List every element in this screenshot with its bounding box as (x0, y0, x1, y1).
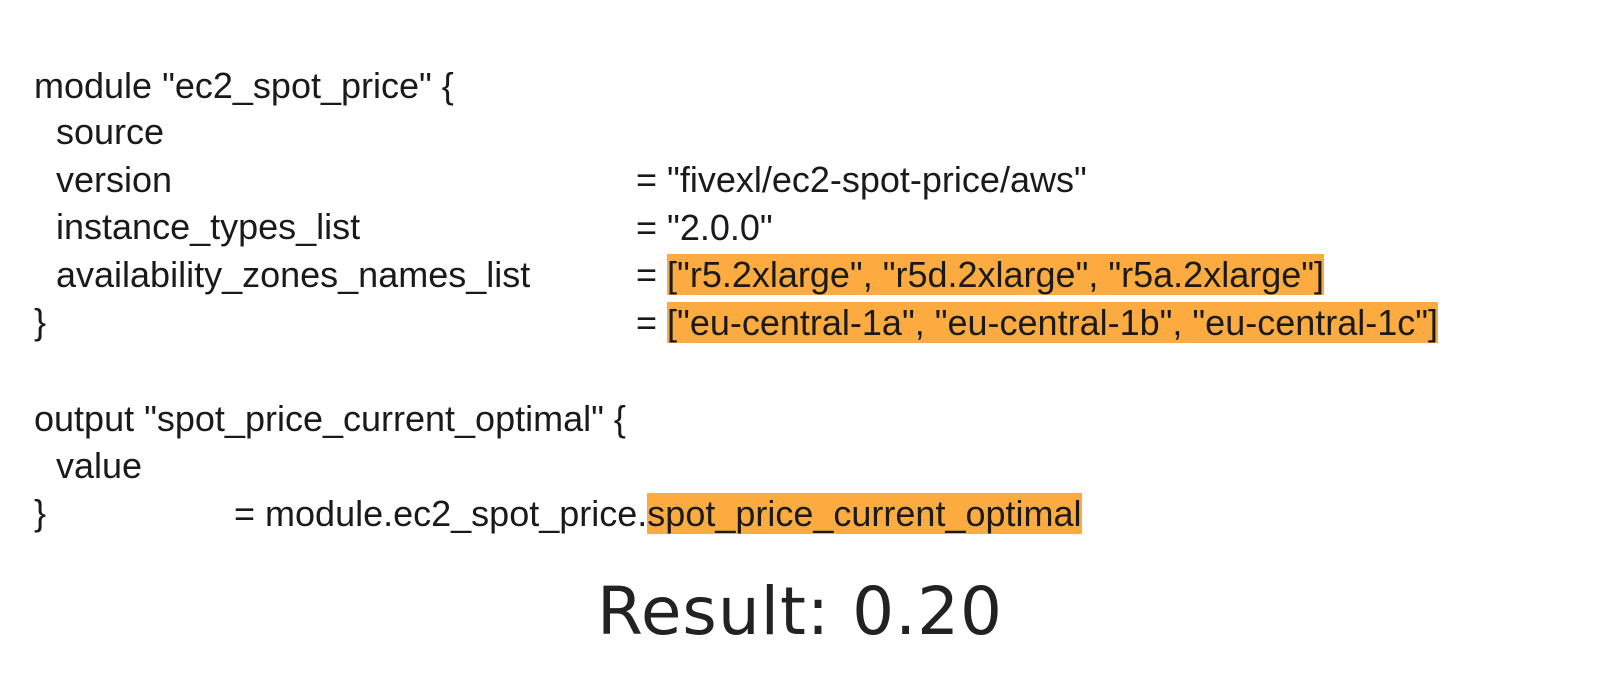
highlighted-value: ["r5.2xlarge", "r5d.2xlarge", "r5a.2xlar… (667, 254, 1325, 295)
result-value: 0.20 (852, 573, 1004, 650)
code-assignment: = "2.0.0" (636, 204, 773, 252)
module-line-version: version = "2.0.0" (0, 108, 773, 248)
code-assignment: = ["r5.2xlarge", "r5d.2xlarge", "r5a.2xl… (636, 251, 1325, 299)
code-key: source (56, 111, 165, 152)
code-value: "2.0.0" (667, 207, 773, 248)
module-closer-line: } (0, 250, 46, 342)
result-text: Result: 0.20 (0, 572, 1600, 652)
highlighted-value: ["eu-central-1a", "eu-central-1b", "eu-c… (667, 302, 1439, 343)
code-assignment: = "fivexl/ec2-spot-price/aws" (636, 156, 1087, 204)
equals-sign: = (636, 159, 658, 200)
equals-sign: = (636, 254, 658, 295)
closing-brace: } (34, 492, 47, 533)
code-key: availability_zones_names_list (56, 254, 531, 295)
module-line-availability-zones: availability_zones_names_list = ["eu-cen… (0, 203, 1439, 343)
code-value-prefix: module.ec2_spot_price. (265, 493, 648, 534)
code-key: instance_types_list (56, 206, 361, 247)
output-header: output "spot_price_current_optimal" { (34, 398, 626, 439)
module-line-source: source = "fivexl/ec2-spot-price/aws" (0, 60, 1087, 200)
closing-brace: } (34, 301, 47, 342)
output-line-value: value = module.ec2_spot_price.spot_price… (0, 394, 1082, 534)
module-header: module "ec2_spot_price" { (34, 65, 454, 106)
module-header-line: module "ec2_spot_price" { (0, 14, 454, 106)
equals-sign: = (234, 493, 256, 534)
highlighted-value: spot_price_current_optimal (647, 493, 1082, 534)
code-assignment: = module.ec2_spot_price.spot_price_curre… (234, 490, 1082, 538)
result-label: Result: (596, 573, 831, 650)
equals-sign: = (636, 207, 658, 248)
equals-sign: = (636, 302, 658, 343)
code-assignment: = ["eu-central-1a", "eu-central-1b", "eu… (636, 299, 1439, 347)
code-key: value (56, 445, 143, 486)
module-line-instance-types: instance_types_list = ["r5.2xlarge", "r5… (0, 155, 1325, 295)
code-value: "fivexl/ec2-spot-price/aws" (667, 159, 1087, 200)
output-header-line: output "spot_price_current_optimal" { (0, 347, 626, 439)
output-closer-line: } (0, 441, 46, 533)
code-key: version (56, 159, 173, 200)
